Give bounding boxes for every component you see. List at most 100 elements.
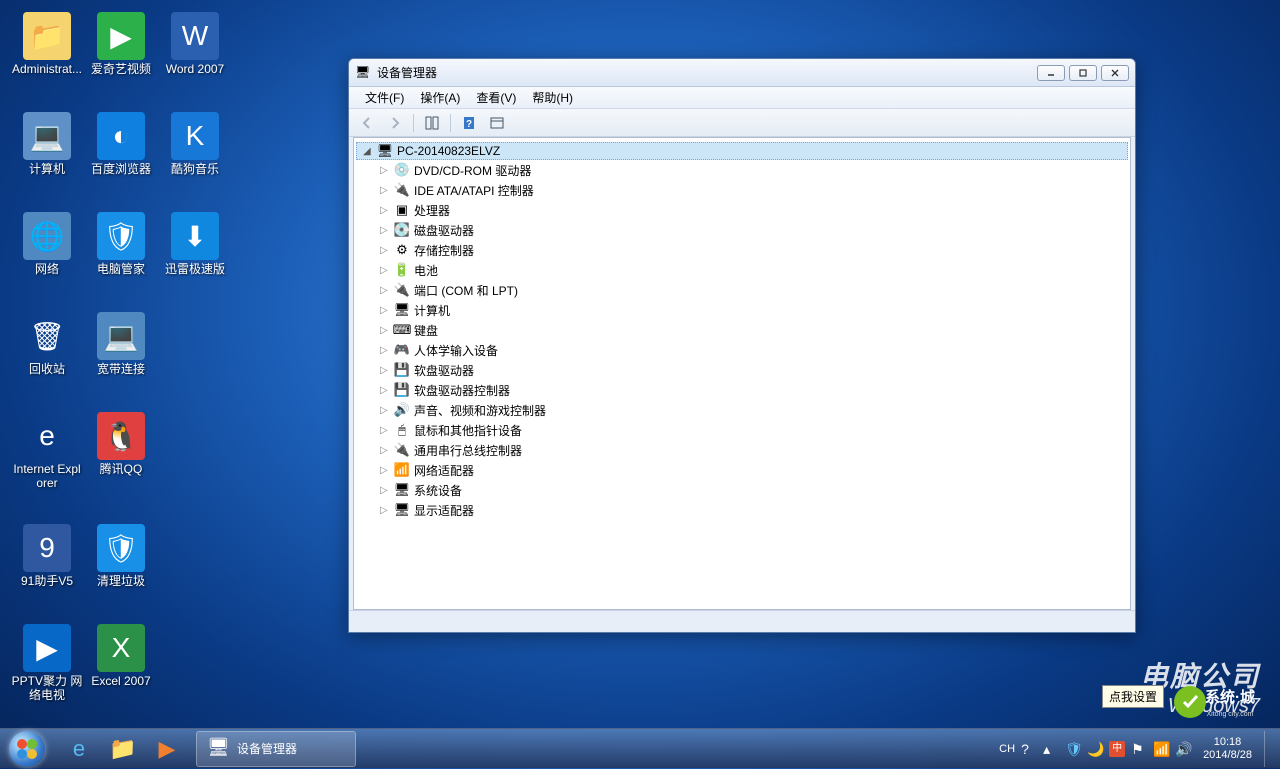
expand-arrow-icon[interactable] <box>380 165 392 176</box>
tree-node[interactable]: 📶网络适配器 <box>356 460 1128 480</box>
chevron-up-icon[interactable]: ▴ <box>1043 741 1059 757</box>
forward-button[interactable] <box>383 112 407 134</box>
taskbar-item-device-manager[interactable]: 🖥 设备管理器 <box>196 731 356 767</box>
desktop-icon[interactable]: ▶爱奇艺视频 <box>84 12 158 76</box>
desktop-icon[interactable]: 🛡电脑管家 <box>84 212 158 276</box>
desktop-icon[interactable]: 💻计算机 <box>10 112 84 176</box>
expand-arrow-icon[interactable] <box>380 245 392 256</box>
tree-node[interactable]: ⌨键盘 <box>356 320 1128 340</box>
node-label: 软盘驱动器 <box>414 362 474 379</box>
tooltip: 点我设置 <box>1102 685 1164 708</box>
expand-arrow-icon[interactable] <box>380 225 392 236</box>
tree-node[interactable]: 🔋电池 <box>356 260 1128 280</box>
desktop-icon[interactable]: 🐧腾讯QQ <box>84 412 158 476</box>
tree-node[interactable]: ⚙存储控制器 <box>356 240 1128 260</box>
app-glyph-icon: 💻 <box>97 312 145 360</box>
desktop-icon[interactable]: 📁Administrat... <box>10 12 84 76</box>
device-category-icon: 📶 <box>394 462 410 478</box>
node-label: 显示适配器 <box>414 502 474 519</box>
media-player-pinned-icon[interactable]: ▶ <box>146 731 188 767</box>
help-button[interactable]: ? <box>457 112 481 134</box>
ie-pinned-icon[interactable]: e <box>58 731 100 767</box>
start-button[interactable] <box>0 729 54 769</box>
explorer-pinned-icon[interactable]: 📁 <box>102 731 144 767</box>
desktop-icon[interactable]: 991助手V5 <box>10 524 84 588</box>
clock[interactable]: 10:18 2014/8/28 <box>1197 736 1258 762</box>
desktop-icon[interactable]: K酷狗音乐 <box>158 112 232 176</box>
task-label: 设备管理器 <box>237 740 297 757</box>
expand-arrow-icon[interactable] <box>380 445 392 456</box>
app-glyph-icon: X <box>97 624 145 672</box>
expand-arrow-icon[interactable] <box>380 505 392 516</box>
tree-root[interactable]: 🖥PC-20140823ELVZ <box>356 142 1128 160</box>
desktop-icon[interactable]: 💻宽带连接 <box>84 312 158 376</box>
flag-tray-icon[interactable]: ⚑ <box>1131 741 1147 757</box>
expand-arrow-icon[interactable] <box>380 385 392 396</box>
tree-node[interactable]: 💽磁盘驱动器 <box>356 220 1128 240</box>
menu-item[interactable]: 查看(V) <box>468 87 524 108</box>
window-controls <box>1037 65 1129 81</box>
device-tree[interactable]: 🖥PC-20140823ELVZ💿DVD/CD-ROM 驱动器🔌IDE ATA/… <box>354 138 1130 524</box>
desktop-icon[interactable]: 🗑回收站 <box>10 312 84 376</box>
expand-arrow-icon[interactable] <box>380 405 392 416</box>
network-tray-icon[interactable]: 📶 <box>1153 741 1169 757</box>
ime-language[interactable]: CH <box>999 743 1015 755</box>
minimize-button[interactable] <box>1037 65 1065 81</box>
tree-node[interactable]: 💿DVD/CD-ROM 驱动器 <box>356 160 1128 180</box>
taskbar: e 📁 ▶ 🖥 设备管理器 CH ? ▴ 🛡 🌙 中 ⚑ 📶 🔊 10:18 2… <box>0 728 1280 768</box>
icon-label: 91助手V5 <box>10 574 84 588</box>
expand-arrow-icon[interactable] <box>380 325 392 336</box>
properties-button[interactable] <box>485 112 509 134</box>
tree-node[interactable]: 🖱鼠标和其他指针设备 <box>356 420 1128 440</box>
desktop-icon[interactable]: eInternet Explorer <box>10 412 84 490</box>
desktop-icon[interactable]: 🛡清理垃圾 <box>84 524 158 588</box>
maximize-button[interactable] <box>1069 65 1097 81</box>
desktop-icon[interactable]: ◐百度浏览器 <box>84 112 158 176</box>
tree-node[interactable]: ▣处理器 <box>356 200 1128 220</box>
expand-arrow-icon[interactable] <box>380 425 392 436</box>
desktop-icon[interactable]: ▶PPTV聚力 网络电视 <box>10 624 84 702</box>
app-glyph-icon: W <box>171 12 219 60</box>
tree-node[interactable]: 🖥系统设备 <box>356 480 1128 500</box>
desktop-icon[interactable]: XExcel 2007 <box>84 624 158 688</box>
tree-node[interactable]: 🔌IDE ATA/ATAPI 控制器 <box>356 180 1128 200</box>
menu-item[interactable]: 操作(A) <box>412 87 468 108</box>
volume-tray-icon[interactable]: 🔊 <box>1175 741 1191 757</box>
desktop-icon[interactable]: ⬇迅雷极速版 <box>158 212 232 276</box>
desktop-icon[interactable]: 🌐网络 <box>10 212 84 276</box>
node-label: IDE ATA/ATAPI 控制器 <box>414 182 534 199</box>
desktop-icon[interactable]: WWord 2007 <box>158 12 232 76</box>
moon-tray-icon[interactable]: 🌙 <box>1087 741 1103 757</box>
help-tray-icon[interactable]: ? <box>1021 741 1037 757</box>
show-hide-tree-button[interactable] <box>420 112 444 134</box>
ime-badge-icon[interactable]: 中 <box>1109 741 1125 757</box>
tree-node[interactable]: 💾软盘驱动器控制器 <box>356 380 1128 400</box>
expand-arrow-icon[interactable] <box>380 365 392 376</box>
tree-node[interactable]: 🔌端口 (COM 和 LPT) <box>356 280 1128 300</box>
tree-node[interactable]: 🖥显示适配器 <box>356 500 1128 520</box>
expand-arrow-icon[interactable] <box>380 285 392 296</box>
security-tray-icon[interactable]: 🛡 <box>1065 741 1081 757</box>
close-button[interactable] <box>1101 65 1129 81</box>
expand-arrow-icon[interactable] <box>380 305 392 316</box>
back-button[interactable] <box>355 112 379 134</box>
expand-arrow-icon[interactable] <box>380 265 392 276</box>
menu-item[interactable]: 文件(F) <box>357 87 412 108</box>
expand-arrow-icon[interactable] <box>380 205 392 216</box>
tree-node[interactable]: 🔌通用串行总线控制器 <box>356 440 1128 460</box>
expand-arrow-icon[interactable] <box>380 465 392 476</box>
app-glyph-icon: ▶ <box>23 624 71 672</box>
expand-arrow-icon[interactable] <box>380 485 392 496</box>
expand-arrow-icon[interactable] <box>380 345 392 356</box>
tree-node[interactable]: 🎮人体学输入设备 <box>356 340 1128 360</box>
tree-node[interactable]: 💾软盘驱动器 <box>356 360 1128 380</box>
toolbar: ? <box>349 109 1135 137</box>
tree-node[interactable]: 🖥计算机 <box>356 300 1128 320</box>
show-desktop-button[interactable] <box>1264 731 1272 767</box>
menu-item[interactable]: 帮助(H) <box>524 87 581 108</box>
tree-node[interactable]: 🔊声音、视频和游戏控制器 <box>356 400 1128 420</box>
expand-arrow-icon[interactable] <box>380 185 392 196</box>
titlebar[interactable]: 🖥 设备管理器 <box>349 59 1135 87</box>
device-category-icon: ⚙ <box>394 242 410 258</box>
expand-arrow-icon[interactable] <box>363 146 375 157</box>
